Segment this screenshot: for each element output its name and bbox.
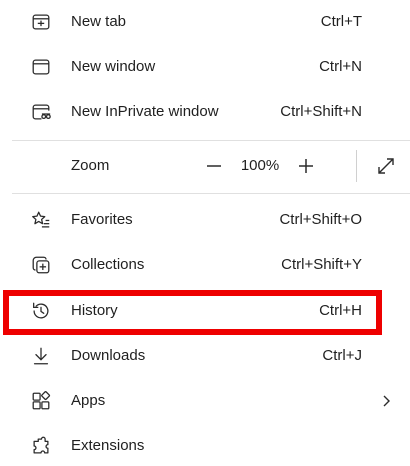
menu-item-label: Downloads xyxy=(71,347,146,364)
menu-item-shortcut: Ctrl+Shift+N xyxy=(280,103,362,120)
menu-item-label: New tab xyxy=(71,13,127,30)
menu-item-zoom: Zoom 100% xyxy=(0,146,410,186)
menu-item-favorites[interactable]: Favorites Ctrl+Shift+O xyxy=(0,200,400,240)
extensions-icon xyxy=(28,433,54,459)
menu-item-history[interactable]: History Ctrl+H xyxy=(0,291,400,331)
menu-item-shortcut: Ctrl+T xyxy=(320,13,362,30)
menu-item-label: New InPrivate window xyxy=(71,103,219,120)
menu-item-extensions[interactable]: Extensions xyxy=(0,426,400,466)
zoom-level: 100% xyxy=(240,157,280,174)
browser-settings-menu: New tab Ctrl+T New window Ctrl+N New InP… xyxy=(0,0,410,455)
zoom-label: Zoom xyxy=(71,157,110,174)
menu-item-shortcut: Ctrl+H xyxy=(319,302,362,319)
zoom-out-button[interactable] xyxy=(196,148,232,184)
menu-item-label: New window xyxy=(71,58,156,75)
minus-icon xyxy=(207,165,221,167)
inprivate-icon xyxy=(28,99,54,125)
new-window-icon xyxy=(28,54,54,80)
new-tab-icon xyxy=(28,9,54,35)
fullscreen-button[interactable] xyxy=(372,152,400,180)
menu-item-new-window[interactable]: New window Ctrl+N xyxy=(0,47,400,87)
menu-divider xyxy=(12,140,410,141)
plus-icon xyxy=(299,159,313,173)
menu-item-new-tab[interactable]: New tab Ctrl+T xyxy=(0,2,400,42)
menu-item-apps[interactable]: Apps xyxy=(0,381,410,421)
menu-item-shortcut: Ctrl+J xyxy=(322,347,362,364)
zoom-separator xyxy=(356,150,357,182)
menu-item-label: History xyxy=(71,302,118,319)
apps-icon xyxy=(28,388,54,414)
history-icon xyxy=(28,298,54,324)
menu-item-shortcut: Ctrl+Shift+O xyxy=(279,211,362,228)
zoom-controls: 100% xyxy=(196,146,324,186)
download-icon xyxy=(28,343,54,369)
chevron-right-icon xyxy=(378,393,394,409)
fullscreen-icon xyxy=(378,158,394,174)
menu-item-downloads[interactable]: Downloads Ctrl+J xyxy=(0,336,400,376)
zoom-in-button[interactable] xyxy=(288,148,324,184)
menu-item-shortcut: Ctrl+Shift+Y xyxy=(281,256,362,273)
menu-item-label: Favorites xyxy=(71,211,133,228)
menu-item-collections[interactable]: Collections Ctrl+Shift+Y xyxy=(0,245,400,285)
menu-item-label: Collections xyxy=(71,256,145,273)
menu-item-label: Extensions xyxy=(71,437,145,454)
menu-item-shortcut: Ctrl+N xyxy=(319,58,362,75)
collections-icon xyxy=(28,252,54,278)
menu-item-new-inprivate-window[interactable]: New InPrivate window Ctrl+Shift+N xyxy=(0,92,400,132)
star-list-icon xyxy=(28,207,54,233)
menu-divider xyxy=(12,193,410,194)
menu-item-label: Apps xyxy=(71,392,106,409)
